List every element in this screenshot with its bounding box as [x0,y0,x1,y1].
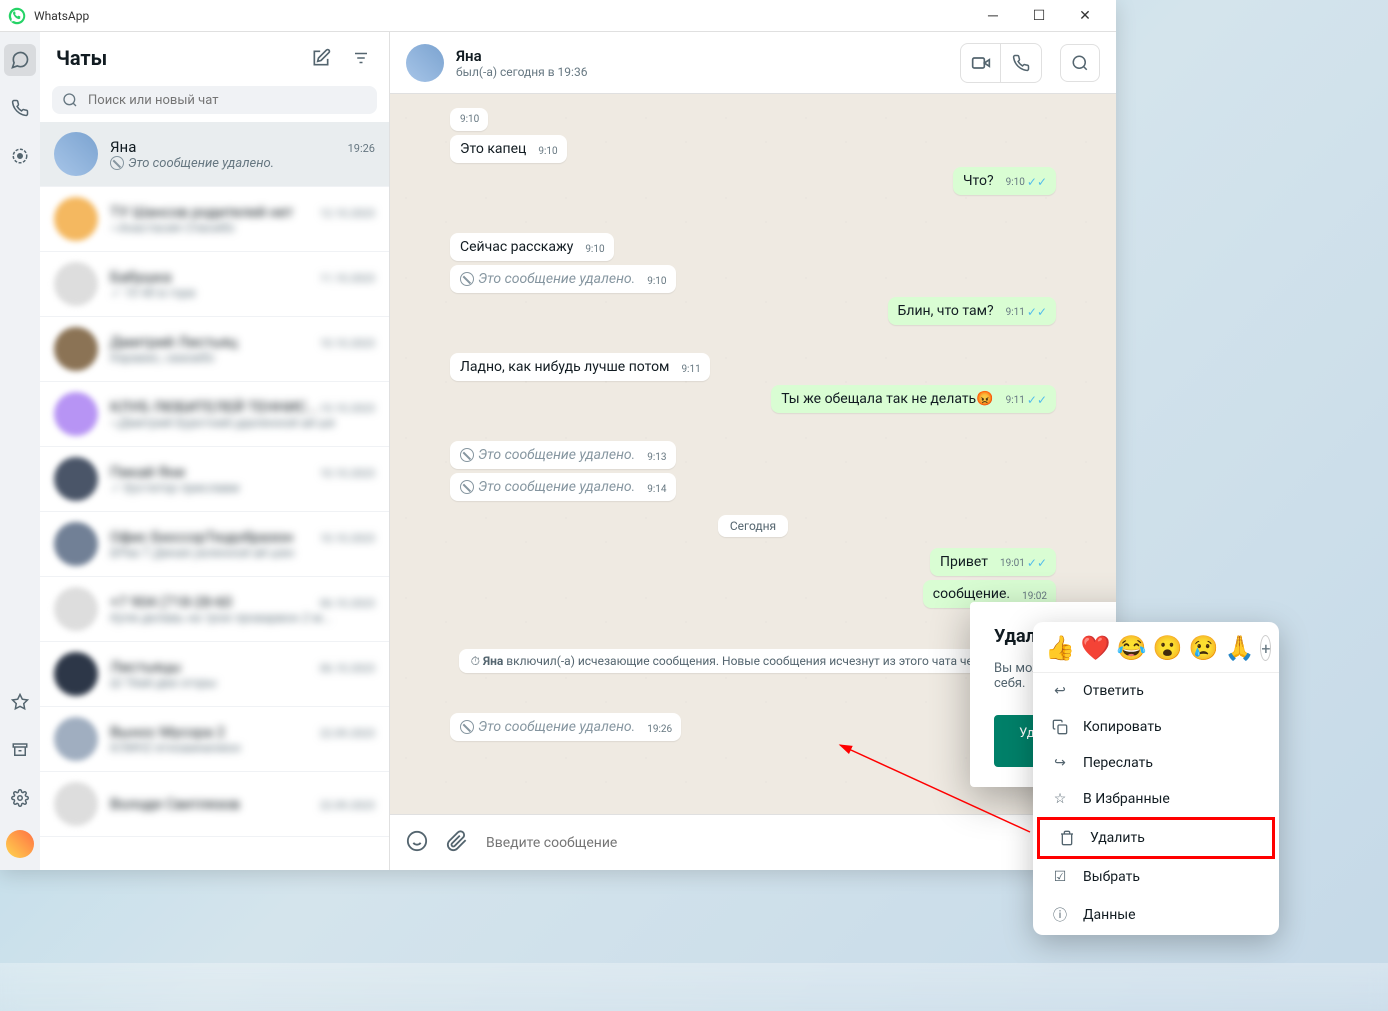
forward-icon: ↪ [1051,755,1069,771]
message-bubble-deleted[interactable]: Это сообщение удалено.9:14 [450,473,676,501]
message-bubble[interactable]: Блин, что там?9:11✓✓ [888,297,1056,325]
ctx-forward[interactable]: ↪Переслать [1033,745,1279,781]
conversation-avatar[interactable] [406,44,444,82]
info-icon: ⓘ [1051,905,1069,925]
close-button[interactable]: ✕ [1062,0,1108,32]
check-icon: ☑ [1051,869,1069,885]
conversation-status: был(-а) сегодня в 19:36 [456,65,587,79]
message-bubble-deleted[interactable]: Это сообщение удалено.9:10 [450,265,676,293]
search-box[interactable] [52,86,377,114]
chat-item[interactable]: Бабушка11.10.2023✓ 10 40 в гора [40,252,389,317]
nav-calls[interactable] [4,92,36,124]
composer-input[interactable] [486,835,1100,851]
message-bubble[interactable]: Сейчас расскажу9:10 [450,233,614,261]
conversation-name: Яна [456,47,587,65]
ctx-delete[interactable]: Удалить [1037,817,1275,859]
nav-archive[interactable] [4,734,36,766]
reaction-bar: 👍 ❤️ 😂 😮 😢 🙏 + [1033,628,1279,673]
reaction-heart[interactable]: ❤️ [1081,634,1111,662]
message-bubble[interactable]: Это капец9:10 [450,135,567,163]
chat-item[interactable]: Офис БюссорТюдобразон10.10.2023БРаа Т Ди… [40,512,389,577]
chat-item[interactable]: КЛУБ ЛЮБИТЕЛЕЙ ТЕННИС...10.10.2023~Дмитр… [40,382,389,447]
sidebar: Чаты Яна 19:26 [40,32,390,870]
system-message: ⏱ Яна включил(-а) исчезающие сообщения. … [450,650,1056,669]
composer [390,814,1116,870]
chat-item[interactable]: +7 904 (718-28-6006.10.2023Купи делавь н… [40,577,389,642]
minimize-button[interactable]: ─ [970,0,1016,32]
nav-rail [0,32,40,870]
chat-name: Яна [110,138,136,156]
conversation-header: Яна был(-а) сегодня в 19:36 [390,32,1116,94]
reaction-pray[interactable]: 🙏 [1224,634,1254,662]
search-input[interactable] [88,93,367,108]
nav-chats[interactable] [4,44,36,76]
filter-button[interactable] [349,46,373,70]
chat-time: 19:26 [348,142,375,155]
nav-status[interactable] [4,140,36,172]
date-separator: Сегодня [450,515,1056,534]
chat-item[interactable]: Вынос Мусора 222.09.2023КЛИН2 ятновинили… [40,707,389,772]
message-bubble-deleted[interactable]: Это сообщение удалено.9:13 [450,441,676,469]
ctx-select[interactable]: ☑Выбрать [1033,859,1279,895]
reply-icon: ↩ [1051,683,1069,699]
whatsapp-logo-icon [8,7,26,25]
chat-list: Яна 19:26 Это сообщение удалено. ТУ Шанс… [40,122,389,870]
attach-button[interactable] [446,830,468,856]
chat-item[interactable]: ТУ Шансов родителей нет12.10.2023~Анаста… [40,187,389,252]
ctx-reply[interactable]: ↩Ответить [1033,673,1279,709]
message-bubble-deleted[interactable]: Это сообщение удалено.19:26 [450,713,681,741]
star-icon: ☆ [1051,791,1069,807]
reaction-thumbs-up[interactable]: 👍 [1045,634,1075,662]
window-title: WhatsApp [34,9,89,23]
message-bubble[interactable]: Ты же обещала так не делать😡9:11✓✓ [771,385,1056,413]
blocked-icon [110,156,124,170]
chat-preview: Это сообщение удалено. [110,156,375,171]
taskbar[interactable] [0,963,1388,1011]
ctx-copy[interactable]: Копировать [1033,709,1279,745]
copy-icon [1051,719,1069,735]
message-bubble[interactable]: Что?9:10✓✓ [953,167,1056,195]
maximize-button[interactable]: ☐ [1016,0,1062,32]
chat-item[interactable]: Дмитрий Листьяц10.10.2023Каравас, сваовб… [40,317,389,382]
titlebar: WhatsApp ─ ☐ ✕ [0,0,1116,32]
chat-item-active[interactable]: Яна 19:26 Это сообщение удалено. [40,122,389,187]
sidebar-title: Чаты [56,46,107,70]
conversation: Яна был(-а) сегодня в 19:36 9:10 Это кап… [390,32,1116,870]
video-call-button[interactable] [961,44,1001,82]
reaction-laugh[interactable]: 😂 [1117,634,1147,662]
reaction-sad[interactable]: 😢 [1189,634,1219,662]
chat-item[interactable]: Володя Светлязов22.09.2023 [40,772,389,837]
context-menu: 👍 ❤️ 😂 😮 😢 🙏 + ↩Ответить Копировать ↪Пер… [1033,622,1279,935]
trash-icon [1058,830,1076,846]
reaction-more[interactable]: + [1260,635,1271,661]
message-bubble[interactable]: 9:10 [450,108,488,131]
new-chat-button[interactable] [309,46,333,70]
voice-call-button[interactable] [1001,44,1041,82]
whatsapp-window: WhatsApp ─ ☐ ✕ Чаты [0,0,1116,870]
nav-profile-avatar[interactable] [6,830,34,858]
reaction-wow[interactable]: 😮 [1153,634,1183,662]
chat-item[interactable]: Листьяцы06.10.2023Ш Тяай два огоры [40,642,389,707]
ctx-star[interactable]: ☆В Избранные [1033,781,1279,817]
search-icon [62,92,78,108]
ctx-info[interactable]: ⓘДанные [1033,895,1279,935]
emoji-button[interactable] [406,830,428,856]
message-bubble[interactable]: Ладно, как нибудь лучше потом9:11 [450,353,710,381]
search-conversation-button[interactable] [1060,44,1100,82]
chat-avatar [54,132,98,176]
chat-item[interactable]: Пикай Яни10.10.2023✓ Бустатор приславм [40,447,389,512]
nav-starred[interactable] [4,686,36,718]
message-bubble[interactable]: Привет19:01✓✓ [930,548,1056,576]
nav-settings[interactable] [4,782,36,814]
